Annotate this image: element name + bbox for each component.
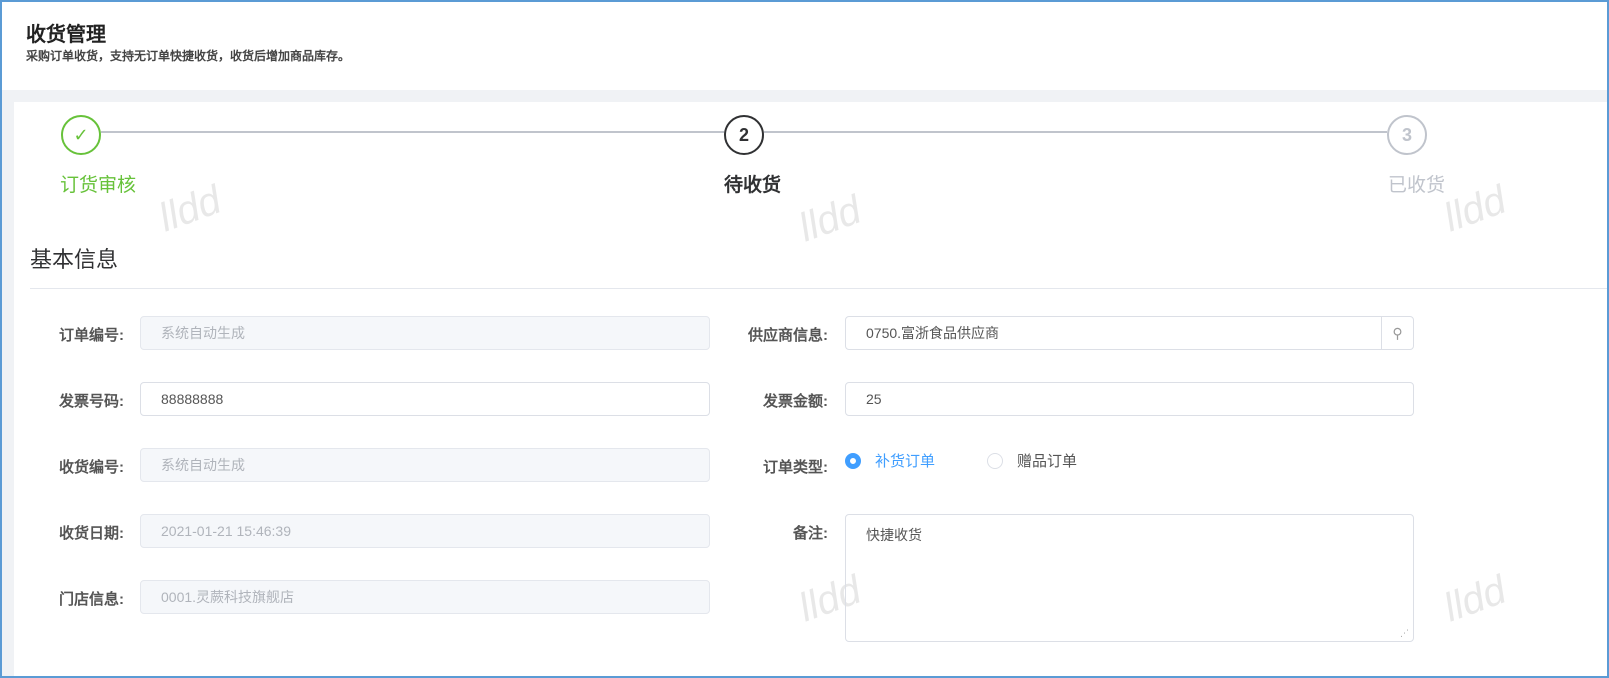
supplier-value: 0750.富浙食品供应商 <box>866 325 1000 341</box>
invoice-amount-input[interactable]: 25 <box>845 382 1414 416</box>
radio-label: 补货订单 <box>875 453 936 470</box>
remark-textarea[interactable]: 快捷收货 ⋰ <box>845 514 1414 642</box>
order-no-label: 订单编号: <box>59 327 124 344</box>
watermark: lldd <box>793 187 867 251</box>
watermark: lldd <box>153 177 227 241</box>
search-icon[interactable]: ⚲ <box>1381 317 1413 349</box>
step-3-circle: 3 <box>1387 115 1427 155</box>
receipt-no-input[interactable]: 系统自动生成 <box>140 448 710 482</box>
invoice-amount-label: 发票金额: <box>763 393 828 410</box>
invoice-no-input[interactable]: 88888888 <box>140 382 710 416</box>
divider <box>30 288 1607 289</box>
page-title: 收货管理 <box>26 24 106 46</box>
window: 收货管理 采购订单收货，支持无订单快捷收货，收货后增加商品库存。 lldd ll… <box>0 0 1609 678</box>
remark-label: 备注: <box>793 525 828 542</box>
supplier-input[interactable]: 0750.富浙食品供应商 ⚲ <box>845 316 1414 350</box>
store-label: 门店信息: <box>59 591 124 608</box>
receipt-date-label: 收货日期: <box>59 525 124 542</box>
receipt-date-input[interactable]: 2021-01-21 15:46:39 <box>140 514 710 548</box>
receipt-no-label: 收货编号: <box>59 459 124 476</box>
step-connector <box>764 131 1387 133</box>
supplier-label: 供应商信息: <box>748 327 828 344</box>
radio-gift-order[interactable]: 赠品订单 <box>987 450 1077 471</box>
page-header: 收货管理 采购订单收货，支持无订单快捷收货，收货后增加商品库存。 <box>2 2 1607 90</box>
form-card: lldd lldd lldd lldd lldd ✓ 订货审核 2 待收货 3 … <box>14 102 1607 676</box>
step-1-check-icon: ✓ <box>61 115 101 155</box>
watermark: lldd <box>1438 177 1512 241</box>
remark-value: 快捷收货 <box>866 527 922 543</box>
radio-label: 赠品订单 <box>1017 453 1078 470</box>
section-title: 基本信息 <box>30 247 119 272</box>
page-subtitle: 采购订单收货，支持无订单快捷收货，收货后增加商品库存。 <box>26 49 351 63</box>
step-3-label: 已收货 <box>1388 175 1446 196</box>
order-no-input[interactable]: 系统自动生成 <box>140 316 710 350</box>
radio-checked-icon <box>845 452 861 469</box>
resize-grip-icon[interactable]: ⋰ <box>1400 628 1409 639</box>
step-2-circle: 2 <box>724 115 764 155</box>
radio-unchecked-icon <box>987 452 1003 469</box>
step-2-label: 待收货 <box>724 175 782 196</box>
invoice-no-label: 发票号码: <box>59 393 124 410</box>
store-input[interactable]: 0001.灵蕨科技旗舰店 <box>140 580 710 614</box>
radio-restock-order[interactable]: 补货订单 <box>845 450 935 471</box>
step-connector <box>101 131 724 133</box>
order-type-label: 订单类型: <box>763 459 828 476</box>
step-1-label: 订货审核 <box>60 175 137 196</box>
watermark: lldd <box>1438 567 1512 631</box>
